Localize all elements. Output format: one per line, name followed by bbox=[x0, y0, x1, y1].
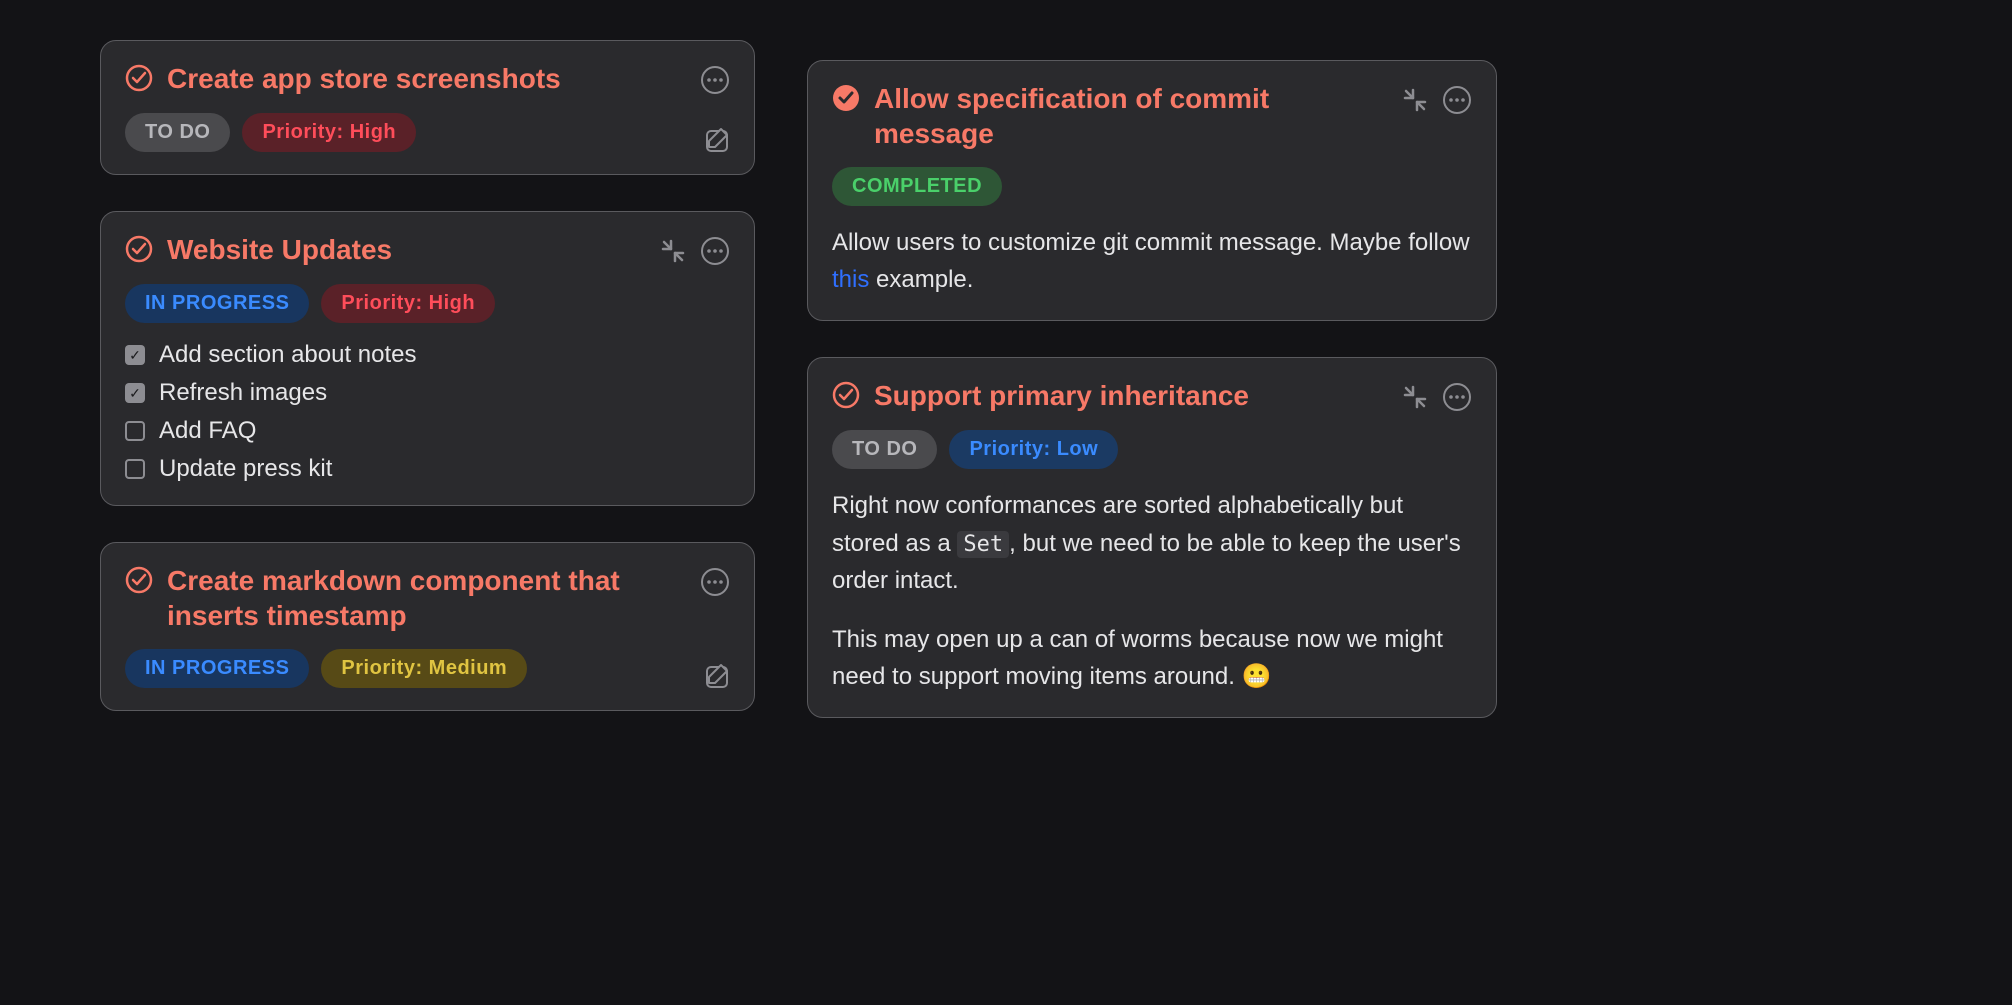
task-body: Allow users to customize git commit mess… bbox=[832, 224, 1472, 298]
edit-button[interactable] bbox=[702, 126, 732, 156]
task-card[interactable]: Create markdown component that inserts t… bbox=[100, 542, 755, 711]
status-done-icon bbox=[832, 84, 860, 117]
collapse-button[interactable] bbox=[1400, 85, 1430, 115]
status-open-icon bbox=[832, 381, 860, 414]
task-title: Create markdown component that inserts t… bbox=[167, 563, 686, 633]
status-tag[interactable]: IN PROGRESS bbox=[125, 284, 309, 323]
status-open-icon bbox=[125, 235, 153, 268]
priority-tag[interactable]: Priority: Low bbox=[949, 430, 1118, 469]
status-tag[interactable]: TO DO bbox=[832, 430, 937, 469]
checklist-item[interactable]: ✓ Add section about notes bbox=[125, 341, 730, 369]
checkbox-checked-icon[interactable]: ✓ bbox=[125, 383, 145, 403]
checkbox-checked-icon[interactable]: ✓ bbox=[125, 345, 145, 365]
more-button[interactable] bbox=[700, 65, 730, 95]
body-link[interactable]: this bbox=[832, 266, 869, 293]
checklist-text: Update press kit bbox=[159, 455, 332, 483]
task-card[interactable]: Website Updates IN PROGRESS Priority: Hi… bbox=[100, 211, 755, 506]
checklist-text: Add section about notes bbox=[159, 341, 417, 369]
task-title: Allow specification of commit message bbox=[874, 81, 1386, 151]
collapse-button[interactable] bbox=[658, 236, 688, 266]
priority-tag[interactable]: Priority: Medium bbox=[321, 649, 527, 688]
checklist-text: Refresh images bbox=[159, 379, 327, 407]
task-card[interactable]: Create app store screenshots TO DO Prior… bbox=[100, 40, 755, 175]
status-open-icon bbox=[125, 566, 153, 599]
more-button[interactable] bbox=[700, 236, 730, 266]
task-card[interactable]: Allow specification of commit message CO… bbox=[807, 60, 1497, 321]
checklist-text: Add FAQ bbox=[159, 417, 256, 445]
task-title: Website Updates bbox=[167, 232, 644, 267]
more-button[interactable] bbox=[1442, 85, 1472, 115]
task-title: Support primary inheritance bbox=[874, 378, 1386, 413]
checklist-item[interactable]: ✓ Refresh images bbox=[125, 379, 730, 407]
status-tag[interactable]: IN PROGRESS bbox=[125, 649, 309, 688]
task-card[interactable]: Support primary inheritance TO DO Priori… bbox=[807, 357, 1497, 718]
collapse-button[interactable] bbox=[1400, 382, 1430, 412]
checkbox-unchecked-icon[interactable] bbox=[125, 459, 145, 479]
more-button[interactable] bbox=[1442, 382, 1472, 412]
status-tag[interactable]: TO DO bbox=[125, 113, 230, 152]
priority-tag[interactable]: Priority: High bbox=[242, 113, 416, 152]
status-open-icon bbox=[125, 64, 153, 97]
checklist-item[interactable]: Add FAQ bbox=[125, 417, 730, 445]
status-tag[interactable]: COMPLETED bbox=[832, 167, 1002, 206]
priority-tag[interactable]: Priority: High bbox=[321, 284, 495, 323]
more-button[interactable] bbox=[700, 567, 730, 597]
checklist: ✓ Add section about notes ✓ Refresh imag… bbox=[125, 341, 730, 483]
task-title: Create app store screenshots bbox=[167, 61, 686, 96]
checklist-item[interactable]: Update press kit bbox=[125, 455, 730, 483]
edit-button[interactable] bbox=[702, 662, 732, 692]
checkbox-unchecked-icon[interactable] bbox=[125, 421, 145, 441]
inline-code: Set bbox=[957, 531, 1009, 558]
task-body: Right now conformances are sorted alphab… bbox=[832, 487, 1472, 695]
